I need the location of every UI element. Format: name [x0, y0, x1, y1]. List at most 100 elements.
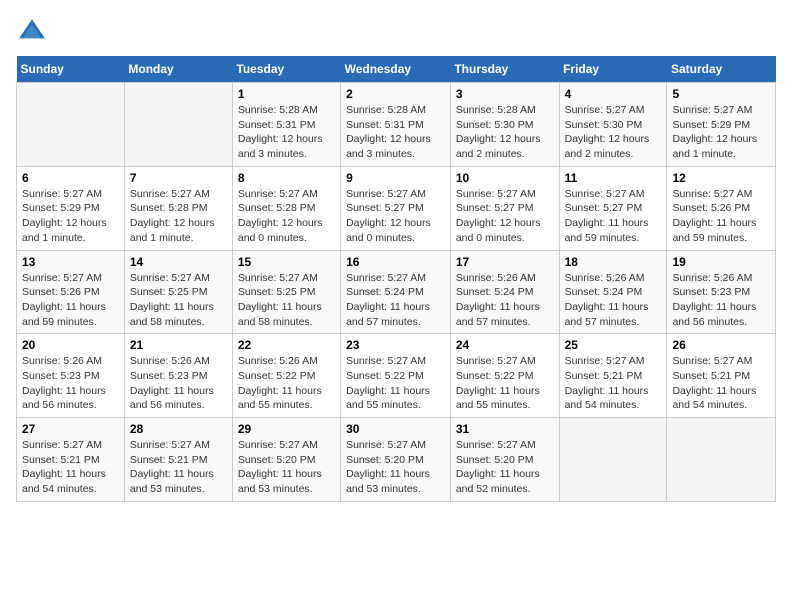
day-info: Sunrise: 5:27 AM Sunset: 5:30 PM Dayligh… [565, 103, 662, 162]
calendar-cell: 7 Sunrise: 5:27 AM Sunset: 5:28 PM Daylig… [124, 166, 232, 250]
calendar-week-5: 27 Sunrise: 5:27 AM Sunset: 5:21 PM Dayli… [17, 418, 776, 502]
day-number: 22 [238, 338, 335, 352]
day-number: 13 [22, 255, 119, 269]
day-number: 12 [672, 171, 770, 185]
weekday-sunday: Sunday [17, 56, 125, 83]
calendar-cell: 4 Sunrise: 5:27 AM Sunset: 5:30 PM Daylig… [559, 83, 667, 167]
day-info: Sunrise: 5:28 AM Sunset: 5:31 PM Dayligh… [346, 103, 445, 162]
day-info: Sunrise: 5:27 AM Sunset: 5:20 PM Dayligh… [346, 438, 445, 497]
day-info: Sunrise: 5:26 AM Sunset: 5:23 PM Dayligh… [22, 354, 119, 413]
calendar-cell: 20 Sunrise: 5:26 AM Sunset: 5:23 PM Dayli… [17, 334, 125, 418]
calendar-cell [667, 418, 776, 502]
calendar-cell: 5Sunrise: 5:27 AM Sunset: 5:29 PM Daylig… [667, 83, 776, 167]
day-info: Sunrise: 5:28 AM Sunset: 5:31 PM Dayligh… [238, 103, 335, 162]
day-number: 3 [456, 87, 554, 101]
day-number: 20 [22, 338, 119, 352]
calendar-cell: 14 Sunrise: 5:27 AM Sunset: 5:25 PM Dayli… [124, 250, 232, 334]
weekday-tuesday: Tuesday [232, 56, 340, 83]
calendar-cell: 6 Sunrise: 5:27 AM Sunset: 5:29 PM Daylig… [17, 166, 125, 250]
day-info: Sunrise: 5:27 AM Sunset: 5:25 PM Dayligh… [130, 271, 227, 330]
calendar-cell: 2 Sunrise: 5:28 AM Sunset: 5:31 PM Daylig… [341, 83, 451, 167]
calendar-cell: 18Sunrise: 5:26 AM Sunset: 5:24 PM Dayli… [559, 250, 667, 334]
weekday-saturday: Saturday [667, 56, 776, 83]
day-number: 6 [22, 171, 119, 185]
weekday-header-row: SundayMondayTuesdayWednesdayThursdayFrid… [17, 56, 776, 83]
page-header [16, 16, 776, 48]
day-info: Sunrise: 5:27 AM Sunset: 5:21 PM Dayligh… [22, 438, 119, 497]
day-number: 4 [565, 87, 662, 101]
calendar-cell: 13 Sunrise: 5:27 AM Sunset: 5:26 PM Dayli… [17, 250, 125, 334]
calendar-cell: 1 Sunrise: 5:28 AM Sunset: 5:31 PM Daylig… [232, 83, 340, 167]
calendar-cell: 23 Sunrise: 5:27 AM Sunset: 5:22 PM Dayli… [341, 334, 451, 418]
day-number: 15 [238, 255, 335, 269]
day-info: Sunrise: 5:27 AM Sunset: 5:25 PM Dayligh… [238, 271, 335, 330]
day-number: 14 [130, 255, 227, 269]
calendar-cell: 15 Sunrise: 5:27 AM Sunset: 5:25 PM Dayli… [232, 250, 340, 334]
day-number: 23 [346, 338, 445, 352]
day-info: Sunrise: 5:27 AM Sunset: 5:27 PM Dayligh… [346, 187, 445, 246]
day-number: 29 [238, 422, 335, 436]
calendar-cell: 26Sunrise: 5:27 AM Sunset: 5:21 PM Dayli… [667, 334, 776, 418]
calendar-cell [17, 83, 125, 167]
calendar-header: SundayMondayTuesdayWednesdayThursdayFrid… [17, 56, 776, 83]
day-info: Sunrise: 5:26 AM Sunset: 5:23 PM Dayligh… [130, 354, 227, 413]
calendar-cell: 28Sunrise: 5:27 AM Sunset: 5:21 PM Dayli… [124, 418, 232, 502]
day-number: 9 [346, 171, 445, 185]
day-info: Sunrise: 5:27 AM Sunset: 5:24 PM Dayligh… [346, 271, 445, 330]
day-info: Sunrise: 5:27 AM Sunset: 5:26 PM Dayligh… [672, 187, 770, 246]
calendar-cell: 11Sunrise: 5:27 AM Sunset: 5:27 PM Dayli… [559, 166, 667, 250]
day-info: Sunrise: 5:28 AM Sunset: 5:30 PM Dayligh… [456, 103, 554, 162]
day-info: Sunrise: 5:27 AM Sunset: 5:27 PM Dayligh… [456, 187, 554, 246]
day-number: 1 [238, 87, 335, 101]
calendar-week-1: 1 Sunrise: 5:28 AM Sunset: 5:31 PM Daylig… [17, 83, 776, 167]
day-number: 19 [672, 255, 770, 269]
weekday-friday: Friday [559, 56, 667, 83]
day-number: 21 [130, 338, 227, 352]
day-number: 24 [456, 338, 554, 352]
calendar-cell: 31Sunrise: 5:27 AM Sunset: 5:20 PM Dayli… [450, 418, 559, 502]
calendar-cell: 19 Sunrise: 5:26 AM Sunset: 5:23 PM Dayli… [667, 250, 776, 334]
day-info: Sunrise: 5:27 AM Sunset: 5:26 PM Dayligh… [22, 271, 119, 330]
weekday-wednesday: Wednesday [341, 56, 451, 83]
day-info: Sunrise: 5:27 AM Sunset: 5:29 PM Dayligh… [22, 187, 119, 246]
calendar-cell: 3 Sunrise: 5:28 AM Sunset: 5:30 PM Daylig… [450, 83, 559, 167]
day-info: Sunrise: 5:26 AM Sunset: 5:24 PM Dayligh… [456, 271, 554, 330]
calendar-body: 1 Sunrise: 5:28 AM Sunset: 5:31 PM Daylig… [17, 83, 776, 502]
day-info: Sunrise: 5:27 AM Sunset: 5:28 PM Dayligh… [238, 187, 335, 246]
calendar-cell [124, 83, 232, 167]
day-info: Sunrise: 5:26 AM Sunset: 5:23 PM Dayligh… [672, 271, 770, 330]
day-number: 16 [346, 255, 445, 269]
day-number: 2 [346, 87, 445, 101]
calendar-cell [559, 418, 667, 502]
calendar-week-4: 20 Sunrise: 5:26 AM Sunset: 5:23 PM Dayli… [17, 334, 776, 418]
day-number: 7 [130, 171, 227, 185]
calendar-cell: 30Sunrise: 5:27 AM Sunset: 5:20 PM Dayli… [341, 418, 451, 502]
calendar-cell: 27 Sunrise: 5:27 AM Sunset: 5:21 PM Dayli… [17, 418, 125, 502]
day-info: Sunrise: 5:27 AM Sunset: 5:22 PM Dayligh… [346, 354, 445, 413]
calendar-week-3: 13 Sunrise: 5:27 AM Sunset: 5:26 PM Dayli… [17, 250, 776, 334]
day-number: 26 [672, 338, 770, 352]
calendar-cell: 12 Sunrise: 5:27 AM Sunset: 5:26 PM Dayli… [667, 166, 776, 250]
day-number: 8 [238, 171, 335, 185]
day-number: 17 [456, 255, 554, 269]
calendar-cell: 22 Sunrise: 5:26 AM Sunset: 5:22 PM Dayli… [232, 334, 340, 418]
calendar-cell: 21 Sunrise: 5:26 AM Sunset: 5:23 PM Dayli… [124, 334, 232, 418]
calendar-cell: 25 Sunrise: 5:27 AM Sunset: 5:21 PM Dayli… [559, 334, 667, 418]
day-number: 11 [565, 171, 662, 185]
day-info: Sunrise: 5:27 AM Sunset: 5:21 PM Dayligh… [130, 438, 227, 497]
calendar-cell: 17 Sunrise: 5:26 AM Sunset: 5:24 PM Dayli… [450, 250, 559, 334]
weekday-monday: Monday [124, 56, 232, 83]
day-info: Sunrise: 5:27 AM Sunset: 5:20 PM Dayligh… [238, 438, 335, 497]
calendar-cell: 8 Sunrise: 5:27 AM Sunset: 5:28 PM Daylig… [232, 166, 340, 250]
day-number: 31 [456, 422, 554, 436]
day-number: 18 [565, 255, 662, 269]
day-info: Sunrise: 5:27 AM Sunset: 5:21 PM Dayligh… [565, 354, 662, 413]
day-number: 25 [565, 338, 662, 352]
calendar-week-2: 6 Sunrise: 5:27 AM Sunset: 5:29 PM Daylig… [17, 166, 776, 250]
day-number: 27 [22, 422, 119, 436]
calendar-cell: 29 Sunrise: 5:27 AM Sunset: 5:20 PM Dayli… [232, 418, 340, 502]
calendar-cell: 9 Sunrise: 5:27 AM Sunset: 5:27 PM Daylig… [341, 166, 451, 250]
day-info: Sunrise: 5:27 AM Sunset: 5:28 PM Dayligh… [130, 187, 227, 246]
day-info: Sunrise: 5:26 AM Sunset: 5:22 PM Dayligh… [238, 354, 335, 413]
calendar-cell: 24Sunrise: 5:27 AM Sunset: 5:22 PM Dayli… [450, 334, 559, 418]
